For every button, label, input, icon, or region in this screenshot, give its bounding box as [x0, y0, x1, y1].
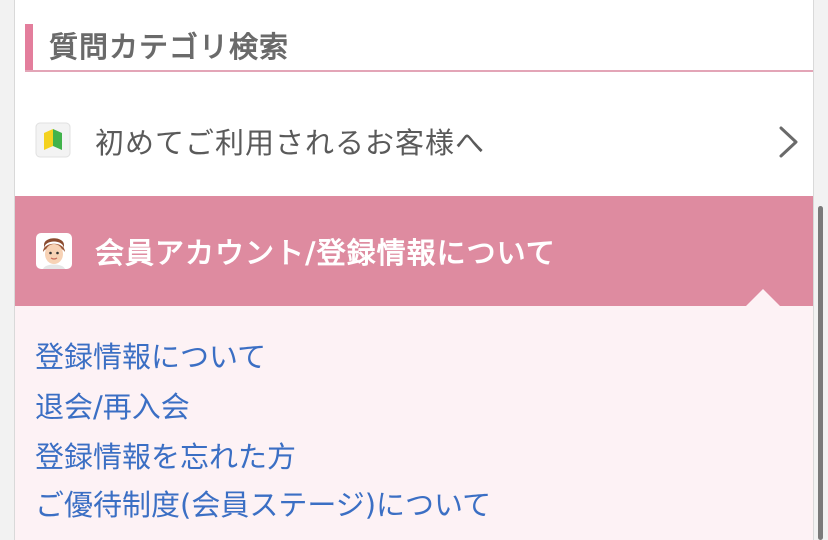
category-member-account[interactable]: 会員アカウント/登録情報について — [15, 196, 813, 307]
category-label: 会員アカウント/登録情報について — [95, 236, 556, 270]
subitem-link-withdraw-rejoin[interactable]: 退会/再入会 — [35, 384, 190, 426]
category-first-time-users[interactable]: 初めてご利用されるお客様へ — [15, 88, 813, 196]
expanded-pointer — [745, 289, 781, 307]
subitem-link-forgot-registration[interactable]: 登録情報を忘れた方 — [35, 434, 296, 476]
chevron-right-icon — [779, 126, 798, 158]
section-accent-bar — [25, 24, 33, 70]
scrollbar[interactable] — [818, 206, 823, 540]
category-label: 初めてご利用されるお客様へ — [95, 126, 486, 160]
subitem-link-registration-info[interactable]: 登録情報について — [35, 334, 266, 376]
subitem-list: 登録情報について 退会/再入会 登録情報を忘れた方 ご優待制度(会員ステージ)に… — [15, 306, 813, 540]
beginner-mark-icon — [35, 122, 71, 158]
section-header: 質問カテゴリ検索 — [25, 14, 813, 72]
section-title: 質問カテゴリ検索 — [49, 30, 290, 64]
faq-category-panel: 質問カテゴリ検索 初めてご利用されるお客様へ 会員アカウント/登録情報について … — [14, 0, 814, 540]
subitem-link-benefits-program[interactable]: ご優待制度(会員ステージ)について — [35, 482, 491, 524]
member-face-icon — [36, 233, 72, 269]
